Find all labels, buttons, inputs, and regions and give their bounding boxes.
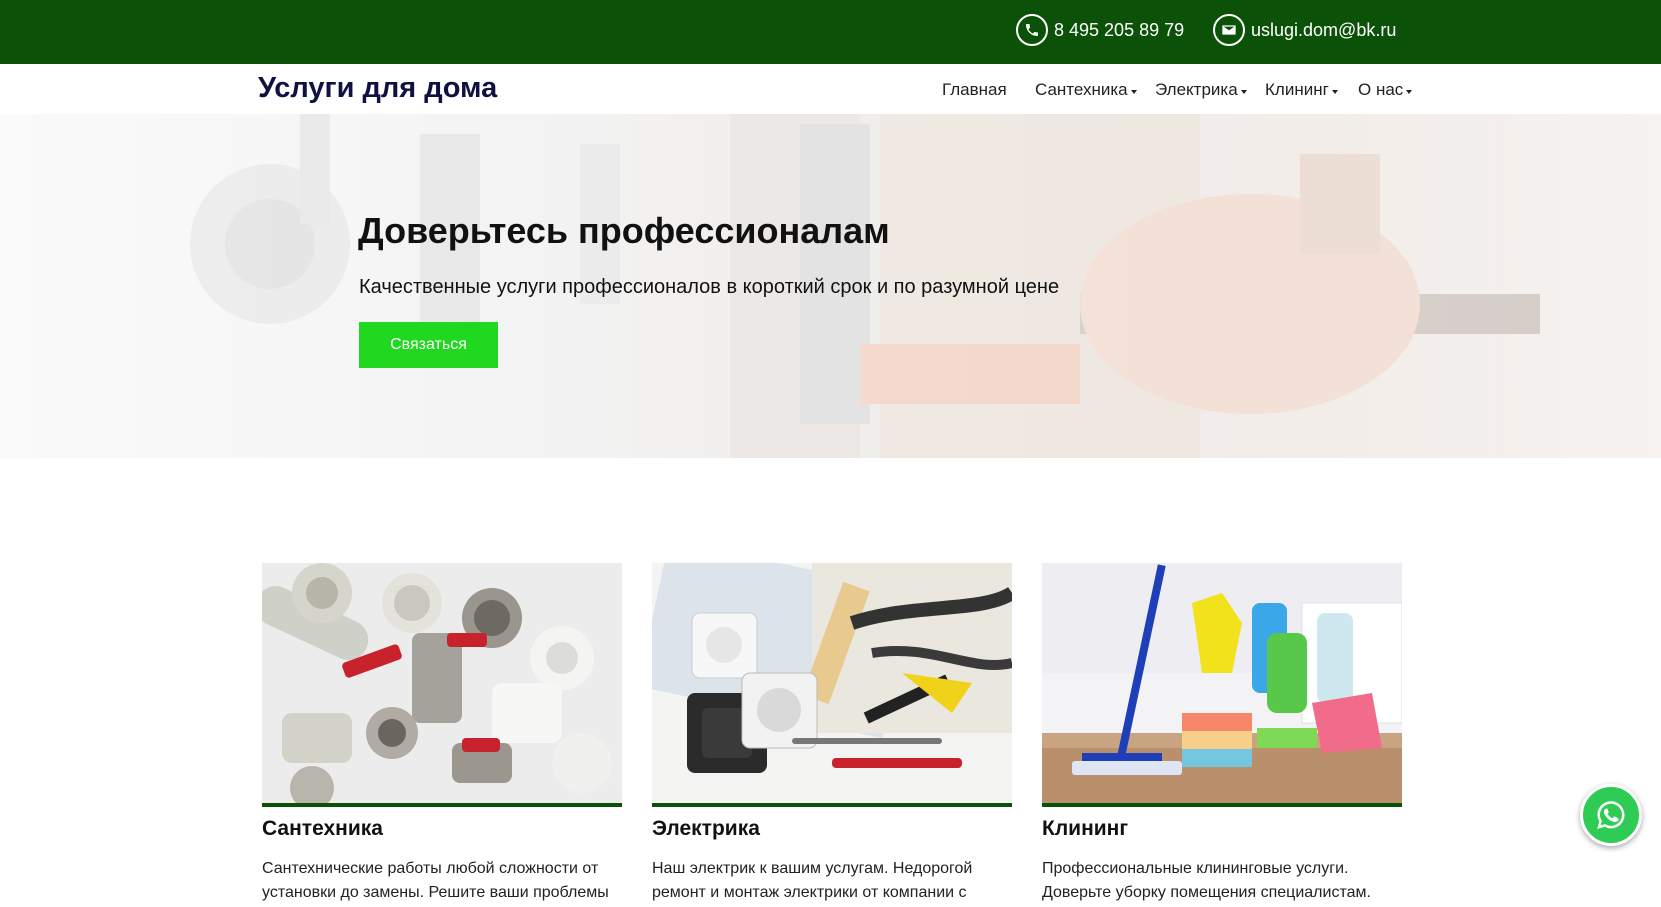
chevron-down-icon bbox=[1130, 90, 1137, 94]
card-description: Наш электрик к вашим услугам. Недорогой … bbox=[652, 857, 1012, 905]
nav-label: Главная bbox=[942, 80, 1007, 99]
service-card-cleaning[interactable]: Клининг Профессиональные клининговые усл… bbox=[1042, 563, 1402, 905]
top-contact-bar: 8 495 205 89 79 uslugi.dom@bk.ru bbox=[0, 0, 1661, 64]
plumbing-image[interactable] bbox=[262, 563, 622, 803]
card-accent-bar bbox=[652, 803, 1012, 807]
card-description: Профессиональные клининговые услуги. Дов… bbox=[1042, 857, 1402, 905]
phone-icon bbox=[1016, 14, 1048, 46]
card-description-line: ремонт и монтаж электрики от компании с bbox=[652, 884, 967, 901]
hero-section: Доверьтесь профессионалам Качественные у… bbox=[0, 114, 1661, 458]
email-contact[interactable]: uslugi.dom@bk.ru bbox=[1213, 14, 1396, 46]
card-title[interactable]: Клининг bbox=[1042, 817, 1402, 841]
contact-button[interactable]: Связаться bbox=[359, 322, 498, 368]
nav-item-electrics[interactable]: Электрика bbox=[1155, 80, 1247, 100]
card-title[interactable]: Электрика bbox=[652, 817, 1012, 841]
nav-item-cleaning[interactable]: Клининг bbox=[1265, 80, 1338, 100]
chevron-down-icon bbox=[1406, 90, 1413, 94]
chevron-down-icon bbox=[1331, 90, 1338, 94]
electrics-image[interactable] bbox=[652, 563, 1012, 803]
nav-label: О нас bbox=[1358, 80, 1404, 99]
envelope-icon bbox=[1213, 14, 1245, 46]
card-description: Сантехнические работы любой сложности от… bbox=[262, 857, 622, 905]
chevron-down-icon bbox=[1240, 90, 1247, 94]
cleaning-image[interactable] bbox=[1042, 563, 1402, 803]
email-address[interactable]: uslugi.dom@bk.ru bbox=[1251, 20, 1396, 41]
nav-label: Электрика bbox=[1155, 80, 1238, 99]
card-description-line: Сантехнические работы любой сложности от bbox=[262, 860, 599, 877]
main-navbar: Услуги для дома Главная Сантехника Элект… bbox=[0, 64, 1661, 114]
nav-label: Сантехника bbox=[1035, 80, 1128, 99]
whatsapp-icon bbox=[1597, 801, 1625, 829]
service-card-electrics[interactable]: Электрика Наш электрик к вашим услугам. … bbox=[652, 563, 1012, 905]
hero-subtitle: Качественные услуги профессионалов в кор… bbox=[359, 276, 1060, 298]
service-card-plumbing[interactable]: Сантехника Сантехнические работы любой с… bbox=[262, 563, 622, 905]
nav-item-about[interactable]: О нас bbox=[1358, 80, 1413, 100]
card-accent-bar bbox=[262, 803, 622, 807]
whatsapp-button[interactable] bbox=[1580, 784, 1642, 846]
hero-title: Доверьтесь профессионалам bbox=[358, 210, 890, 251]
nav-label: Клининг bbox=[1265, 80, 1329, 99]
card-accent-bar bbox=[1042, 803, 1402, 807]
card-title[interactable]: Сантехника bbox=[262, 817, 622, 841]
card-description-line: Доверьте уборку помещения специалистам. bbox=[1042, 884, 1371, 901]
nav-item-plumbing[interactable]: Сантехника bbox=[1035, 80, 1137, 100]
phone-contact[interactable]: 8 495 205 89 79 bbox=[1016, 14, 1184, 46]
site-logo[interactable]: Услуги для дома bbox=[258, 72, 497, 105]
card-description-line: установки до замены. Решите ваши проблем… bbox=[262, 884, 609, 901]
card-description-line: Профессиональные клининговые услуги. bbox=[1042, 860, 1349, 877]
nav-item-home[interactable]: Главная bbox=[942, 80, 1007, 100]
phone-number[interactable]: 8 495 205 89 79 bbox=[1054, 20, 1184, 41]
card-description-line: Наш электрик к вашим услугам. Недорогой bbox=[652, 860, 973, 877]
